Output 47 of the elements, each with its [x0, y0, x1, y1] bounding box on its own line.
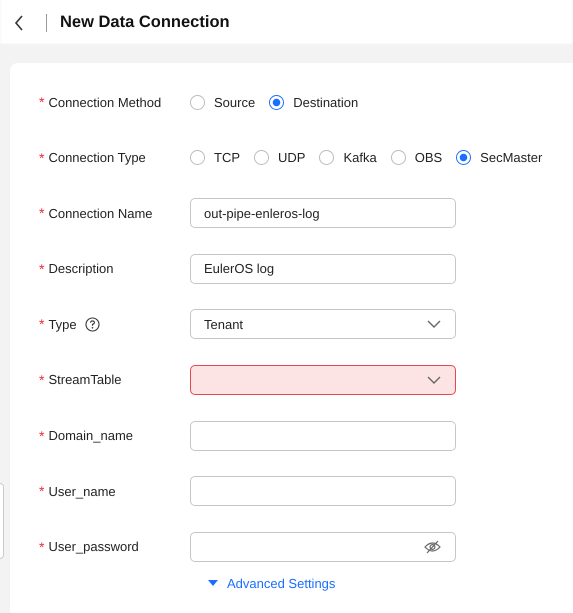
field-label: StreamTable — [48, 372, 122, 388]
required-mark: * — [39, 150, 44, 166]
required-mark: * — [39, 205, 44, 222]
field-label: Domain_name — [48, 428, 133, 444]
required-mark: * — [39, 372, 44, 388]
password-field[interactable] — [190, 532, 456, 562]
eye-hidden-icon — [424, 540, 441, 554]
required-mark: * — [39, 483, 44, 500]
radio-label[interactable]: OBS — [414, 150, 442, 166]
required-mark: * — [39, 316, 44, 332]
chevron-down-icon — [427, 320, 441, 328]
radio-button[interactable] — [190, 94, 205, 110]
radio-button[interactable] — [269, 94, 284, 110]
input-field[interactable] — [190, 476, 456, 506]
advanced-settings-link[interactable]: Advanced Settings — [208, 576, 336, 591]
radio-button[interactable] — [319, 150, 334, 166]
field-label: Connection Method — [48, 94, 162, 110]
radio-button[interactable] — [456, 150, 472, 166]
caret-icon — [208, 580, 218, 586]
radio-label[interactable]: Kafka — [343, 150, 377, 166]
required-mark: * — [39, 538, 44, 555]
page-title: New Data Connection — [60, 13, 230, 32]
required-mark: * — [39, 428, 44, 444]
radio-button[interactable] — [390, 150, 406, 166]
input-field[interactable]: EulerOS log — [190, 254, 456, 284]
field-label: Type — [48, 316, 77, 332]
radio-button[interactable] — [254, 150, 269, 166]
field-label: User_password — [48, 539, 139, 554]
field-label: User_name — [48, 484, 116, 499]
back-icon[interactable] — [14, 14, 24, 30]
input-field[interactable]: out-pipe-enleros-log — [190, 198, 456, 228]
radio-label[interactable]: TCP — [214, 150, 240, 166]
dropdown[interactable]: Tenant — [190, 309, 456, 340]
input-field[interactable] — [190, 420, 456, 451]
chevron-down-icon — [427, 376, 441, 384]
field-label: Connection Type — [48, 150, 146, 166]
radio-label[interactable]: Source — [214, 94, 256, 110]
radio-label[interactable]: UDP — [278, 150, 306, 166]
field-label: Description — [48, 261, 114, 276]
radio-label[interactable]: Destination — [293, 94, 358, 110]
required-mark: * — [39, 260, 44, 277]
radio-label[interactable]: SecMaster — [480, 150, 542, 166]
required-mark: * — [39, 94, 44, 110]
help-icon[interactable] — [84, 316, 100, 332]
field-label: Connection Name — [48, 206, 153, 221]
dropdown[interactable] — [190, 364, 456, 395]
radio-button[interactable] — [190, 150, 205, 166]
